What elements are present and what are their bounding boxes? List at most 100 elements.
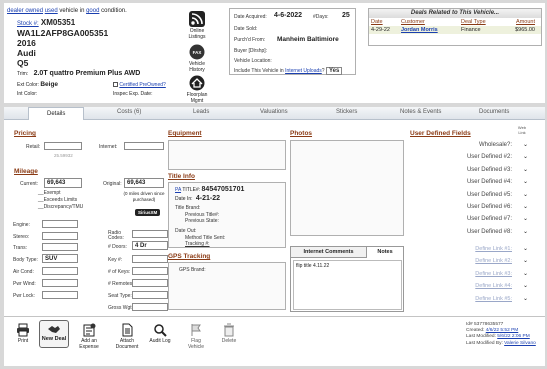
deals-col-amount[interactable]: Amount (505, 19, 535, 25)
certified-link[interactable]: Certified PreOwned? (119, 82, 165, 88)
vehicle-history-button[interactable]: FAX Vehicle History (182, 44, 212, 73)
chevron-down-icon[interactable]: ⌄ (523, 166, 528, 173)
exceeds-option[interactable]: __Exceeds Limits (38, 197, 77, 203)
internet-price-input[interactable] (124, 142, 164, 150)
attach-document-button[interactable]: Attach Document (112, 323, 142, 350)
flag-vehicle-button[interactable]: Flag Vehicle (184, 323, 208, 350)
online-listings-button[interactable]: Online Listings (182, 11, 212, 40)
remotes-input[interactable] (132, 279, 168, 287)
define-link-row[interactable]: Define Link #5: ⌄ (410, 294, 530, 306)
modified-by-value[interactable]: Valerie Silvano (504, 341, 536, 346)
chevron-down-icon[interactable]: ⌄ (523, 228, 528, 235)
tab-valuations[interactable]: Valuations (260, 109, 288, 115)
chevron-down-icon[interactable]: ⌄ (523, 141, 528, 148)
tab-details[interactable]: Details (28, 107, 85, 120)
doors-input[interactable]: 4 Dr (132, 241, 168, 250)
certified-row[interactable]: Certified PreOwned? (113, 82, 166, 88)
chevron-down-icon[interactable]: ⌄ (523, 178, 528, 185)
define-link-row[interactable]: Define Link #4: ⌄ (410, 281, 530, 293)
udf-row[interactable]: User Defined #4: ⌄ (410, 177, 530, 189)
udf-row[interactable]: Wholesale?: ⌄ (410, 140, 530, 152)
chevron-down-icon[interactable]: ⌄ (523, 270, 528, 277)
vehicle-location-label: Vehicle Location: (234, 58, 272, 64)
include-uploads-select[interactable]: Yes (325, 67, 343, 75)
discrepancy-option[interactable]: __Discrepancy/TMU (38, 204, 83, 210)
tab-costs[interactable]: Costs (6) (117, 109, 141, 115)
deal-customer-link[interactable]: Jordan Morris (401, 27, 461, 33)
current-mileage-input[interactable]: 69,643 (44, 178, 82, 188)
define-link-label[interactable]: Define Link #3: (475, 271, 512, 277)
deal-row[interactable]: 4-29-22 Jordan Morris Finance $965.00 (369, 26, 541, 34)
trans-input[interactable] (42, 243, 78, 251)
purchased-from-value[interactable]: Manheim Baltimiore (277, 36, 339, 43)
define-link-label[interactable]: Define Link #2: (475, 258, 512, 264)
chevron-down-icon[interactable]: ⌄ (523, 215, 528, 222)
chevron-down-icon[interactable]: ⌄ (523, 295, 528, 302)
seat-type-input[interactable] (132, 291, 168, 299)
deals-col-type[interactable]: Deal Type (461, 19, 505, 25)
chevron-down-icon[interactable]: ⌄ (523, 203, 528, 210)
udf-row[interactable]: User Defined #7: ⌄ (410, 214, 530, 226)
gross-wgt-input[interactable] (132, 303, 168, 311)
air-cond-input[interactable] (42, 267, 78, 275)
siriusxm-button[interactable]: SiriusXM (135, 209, 161, 216)
notes-textarea[interactable]: flip title 4.11.22 (293, 260, 402, 310)
original-mileage-input[interactable]: 69,643 (124, 178, 164, 188)
udf-row[interactable]: User Defined #2: ⌄ (410, 152, 530, 164)
tab-stickers[interactable]: Stickers (336, 109, 357, 115)
retail-input[interactable] (44, 142, 82, 150)
define-link-label[interactable]: Define Link #4: (475, 283, 512, 289)
created-label: Created: (466, 328, 485, 334)
stereo-input[interactable] (42, 232, 78, 240)
owner-status-link[interactable]: dealer owned (7, 8, 43, 14)
tab-notes[interactable]: Notes (367, 247, 403, 258)
created-value[interactable]: 4/6/22 5:52 PM (486, 328, 519, 333)
radio-codes-input[interactable] (132, 230, 168, 238)
engine-input[interactable] (42, 220, 78, 228)
condition-link[interactable]: good (86, 8, 99, 14)
tab-leads[interactable]: Leads (193, 109, 209, 115)
define-link-row[interactable]: Define Link #1: ⌄ (410, 244, 530, 256)
tab-internet-comments[interactable]: Internet Comments (291, 247, 367, 258)
certified-checkbox[interactable] (113, 82, 118, 88)
ext-color-label: Ext Color: (17, 82, 39, 88)
udf-row[interactable]: User Defined #8: ⌄ (410, 227, 530, 239)
stock-label[interactable]: Stock #: (17, 21, 39, 27)
pwr-wind-input[interactable] (42, 279, 78, 287)
define-link-row[interactable]: Define Link #3: ⌄ (410, 269, 530, 281)
floorplan-button[interactable]: Floorplan Mgmt (182, 75, 212, 104)
define-link-row[interactable]: Define Link #2: ⌄ (410, 256, 530, 268)
internet-uploads-link[interactable]: Internet Uploads (285, 68, 322, 74)
deals-col-date[interactable]: Date (371, 19, 401, 25)
audit-log-button[interactable]: Audit Log (149, 323, 171, 344)
title-state-link[interactable]: PA (175, 187, 181, 193)
new-deal-button[interactable]: New Deal (39, 320, 69, 348)
pwr-lock-input[interactable] (42, 291, 78, 299)
body-type-input[interactable]: SUV (42, 254, 78, 263)
udf-row[interactable]: User Defined #3: ⌄ (410, 165, 530, 177)
chevron-down-icon[interactable]: ⌄ (523, 153, 528, 160)
photos-box[interactable] (290, 140, 404, 236)
chevron-down-icon[interactable]: ⌄ (523, 282, 528, 289)
chevron-down-icon[interactable]: ⌄ (523, 257, 528, 264)
equipment-box[interactable] (168, 140, 286, 170)
udf-row[interactable]: User Defined #5: ⌄ (410, 190, 530, 202)
deals-col-customer[interactable]: Customer (401, 19, 461, 25)
define-link-label[interactable]: Define Link #1: (475, 246, 512, 252)
delete-button[interactable]: Delete (218, 323, 240, 344)
keys-count-input[interactable] (132, 267, 168, 275)
print-button[interactable]: Print (12, 323, 34, 344)
exempt-option[interactable]: __Exempt (38, 190, 61, 196)
tab-notes-events[interactable]: Notes & Events (400, 109, 441, 115)
tracking-link[interactable]: Tracking #: (185, 241, 210, 247)
modified-value[interactable]: 5/6/22 2:06 PM (497, 334, 530, 339)
date-acquired-value[interactable]: 4-6-2022 (274, 12, 302, 19)
tab-documents[interactable]: Documents (479, 109, 509, 115)
define-link-label[interactable]: Define Link #5: (475, 296, 512, 302)
add-expense-button[interactable]: Add an Expense (76, 323, 102, 350)
udf-row[interactable]: User Defined #6: ⌄ (410, 202, 530, 214)
chevron-down-icon[interactable]: ⌄ (523, 191, 528, 198)
key-input[interactable] (132, 255, 168, 263)
chevron-down-icon[interactable]: ⌄ (523, 245, 528, 252)
usage-status-link[interactable]: used (45, 8, 58, 14)
